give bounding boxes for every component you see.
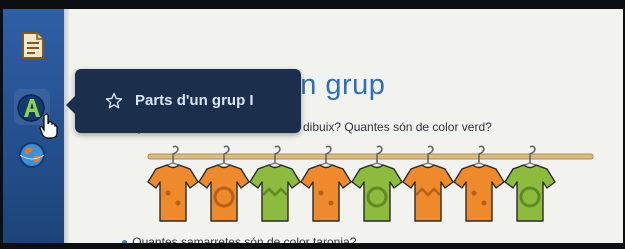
hand-cursor-icon xyxy=(39,113,58,139)
star-outline-icon xyxy=(105,92,123,109)
sidebar-item-document[interactable] xyxy=(14,27,50,63)
bullet-icon: ● xyxy=(121,235,129,243)
clothesline-rod xyxy=(147,153,594,160)
globe-icon xyxy=(19,142,45,168)
tooltip-label: Parts d'un grup I xyxy=(135,92,254,109)
page-edge xyxy=(64,9,70,243)
question-2: ● Quantes samarretes són de color taronja… xyxy=(121,235,356,243)
clothesline-illustration xyxy=(147,145,594,222)
question-2-text: Quantes samarretes són de color taronja? xyxy=(132,235,357,243)
sidebar-item-globe[interactable] xyxy=(14,137,50,173)
document-icon xyxy=(22,32,44,59)
tooltip: Parts d'un grup I xyxy=(66,69,301,133)
screen: art d'un grup ●Quantes samarretes hi ha … xyxy=(3,9,623,243)
